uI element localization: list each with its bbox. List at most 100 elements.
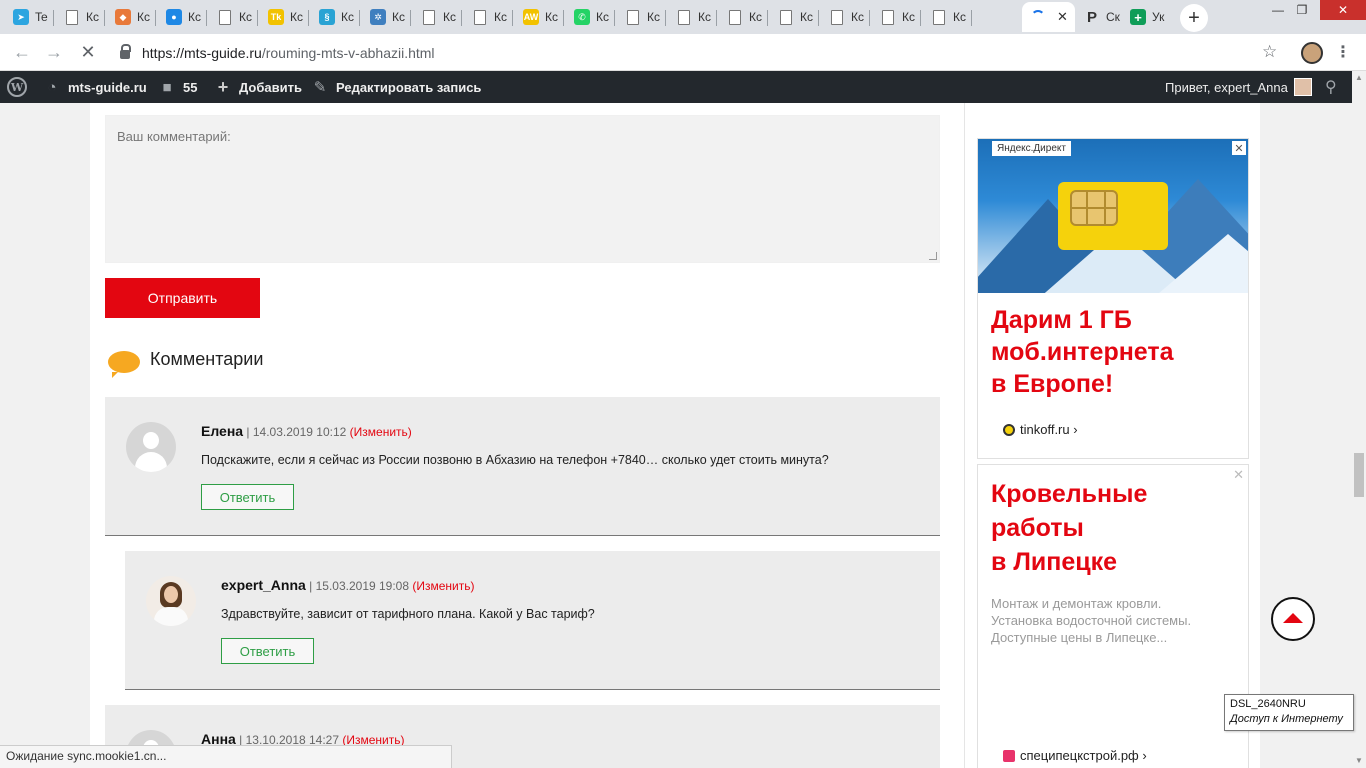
document-icon: [474, 9, 486, 25]
comment-author: Елена: [201, 423, 244, 439]
site-name-link[interactable]: ◔ mts-guide.ru: [43, 71, 146, 103]
document-icon: [678, 9, 690, 25]
document-icon: [831, 9, 843, 25]
settings-icon: ✲: [370, 9, 386, 25]
tab-item[interactable]: ● Кс: [157, 2, 207, 32]
ad-close-icon[interactable]: ✕: [1232, 141, 1246, 155]
profile-avatar[interactable]: [1301, 42, 1323, 64]
tab-item[interactable]: ✆ Кс: [565, 2, 615, 32]
comment-meta: expert_Anna | 15.03.2019 19:08 (Изменить…: [221, 577, 475, 593]
resize-handle[interactable]: [929, 252, 937, 260]
tab-item[interactable]: § Кс: [310, 2, 360, 32]
comments-link[interactable]: ■ 55: [158, 71, 197, 103]
tab-title: Кс: [749, 10, 762, 24]
reply-button[interactable]: Ответить: [201, 484, 294, 510]
tab-item[interactable]: ◆ Кс: [106, 2, 156, 32]
document-icon: [66, 9, 78, 25]
comment-edit-link[interactable]: (Изменить): [412, 579, 474, 593]
comment-edit-link[interactable]: (Изменить): [350, 425, 412, 439]
maximize-button[interactable]: ❐: [1284, 0, 1320, 20]
comment-icon: ■: [162, 78, 172, 96]
comment-item: Елена | 14.03.2019 10:12 (Изменить) Подс…: [105, 397, 940, 536]
tab-active[interactable]: ✕: [1022, 2, 1075, 32]
search-icon[interactable]: ⚲: [1325, 71, 1337, 103]
tab-close-icon[interactable]: ✕: [1057, 9, 1068, 25]
ad-block-roofing[interactable]: ✕ Кровельные работы в Липецке Монтаж и д…: [977, 464, 1249, 768]
tab-title: Кс: [290, 10, 303, 24]
tab-item[interactable]: Кс: [871, 2, 921, 32]
tab-item[interactable]: ✲ Кс: [361, 2, 411, 32]
tab-item[interactable]: Кс: [769, 2, 819, 32]
new-tab-button[interactable]: +: [1180, 4, 1208, 32]
tab-item[interactable]: Кс: [616, 2, 666, 32]
ad-block-tinkoff[interactable]: Яндекс.Директ ✕ Дарим 1 ГБ моб.интернета…: [977, 138, 1249, 459]
scroll-to-top-button[interactable]: [1271, 597, 1315, 641]
comment-textarea[interactable]: Ваш комментарий:: [105, 115, 940, 263]
tab-item[interactable]: ➤ Te: [4, 2, 54, 32]
document-icon: [729, 9, 741, 25]
scroll-up-icon[interactable]: ▲: [1355, 73, 1363, 82]
reply-button[interactable]: Ответить: [221, 638, 314, 664]
address-bar[interactable]: https://mts-guide.ru/rouming-mts-v-abhaz…: [110, 38, 1290, 67]
tab-title: Кс: [698, 10, 711, 24]
document-icon: [627, 9, 639, 25]
pencil-icon: ✎: [313, 79, 327, 96]
wp-logo-button[interactable]: W: [7, 71, 27, 103]
tab-title: Кс: [341, 10, 354, 24]
telegram-icon: ➤: [13, 9, 29, 25]
stop-loading-button[interactable]: ✕: [76, 40, 100, 64]
fox-icon: ◆: [115, 9, 131, 25]
ad-domain-link[interactable]: tinkoff.ru ›: [1003, 422, 1078, 437]
tinkoff-logo-icon: [1003, 423, 1015, 436]
plus-icon: +: [217, 76, 229, 97]
expert-avatar: [146, 576, 196, 626]
tab-item[interactable]: Кс: [412, 2, 462, 32]
window-close-button[interactable]: ✕: [1320, 0, 1366, 20]
edit-post-link[interactable]: ✎ Редактировать запись: [311, 71, 482, 103]
tab-item[interactable]: Кс: [667, 2, 717, 32]
dna-icon: §: [319, 9, 335, 25]
tab-item[interactable]: Кс: [922, 2, 972, 32]
document-icon: [219, 9, 231, 25]
ad-close-icon[interactable]: ✕: [1233, 467, 1244, 483]
ad-domain-link[interactable]: специпецкстрой.рф ›: [1003, 748, 1147, 763]
tab-item[interactable]: AW Кс: [514, 2, 564, 32]
scrollbar-thumb[interactable]: [1354, 453, 1364, 497]
status-bar: Ожидание sync.mookie1.cn...: [0, 745, 452, 768]
menu-kebab-icon[interactable]: ⋮: [1335, 42, 1351, 62]
tab-title: Te: [35, 10, 48, 24]
account-menu[interactable]: Привет, expert_Anna: [1165, 71, 1312, 103]
tab-title: Кс: [392, 10, 405, 24]
tab-item[interactable]: Кс: [820, 2, 870, 32]
tab-item[interactable]: Кс: [208, 2, 258, 32]
comment-text: Здравствуйте, зависит от тарифного плана…: [221, 607, 595, 621]
loading-spinner-icon: [1031, 10, 1045, 24]
scroll-down-icon[interactable]: ▼: [1355, 756, 1363, 765]
tab-item[interactable]: Кс: [463, 2, 513, 32]
ad-image: Яндекс.Директ ✕: [978, 139, 1248, 293]
add-new-link[interactable]: + Добавить: [214, 71, 302, 103]
tab-item[interactable]: + Ук: [1121, 2, 1171, 32]
tab-title: Кс: [494, 10, 507, 24]
url-text[interactable]: https://mts-guide.ru/rouming-mts-v-abhaz…: [142, 45, 435, 61]
document-icon: [423, 9, 435, 25]
back-button[interactable]: ←: [10, 40, 34, 64]
speech-bubble-icon: [108, 351, 140, 378]
default-avatar-icon: [126, 422, 176, 472]
tab-item[interactable]: Tk Кс: [259, 2, 309, 32]
arrow-up-icon: [1283, 613, 1303, 623]
plus-sheet-icon: +: [1130, 9, 1146, 25]
tab-title: Кс: [851, 10, 864, 24]
page-scrollbar[interactable]: ▲ ▼: [1352, 71, 1366, 768]
bookmark-star-icon[interactable]: ☆: [1262, 42, 1277, 62]
lock-icon: [120, 44, 131, 59]
tab-title: Кс: [545, 10, 558, 24]
submit-button[interactable]: Отправить: [105, 278, 260, 318]
tab-item[interactable]: P Ск: [1075, 2, 1125, 32]
tab-item[interactable]: Кс: [55, 2, 105, 32]
sidebar-divider: [964, 103, 965, 768]
tab-item[interactable]: Кс: [718, 2, 768, 32]
forward-button[interactable]: →: [42, 40, 66, 64]
wordpress-icon: W: [7, 77, 27, 97]
site-favicon-icon: [1003, 749, 1015, 762]
